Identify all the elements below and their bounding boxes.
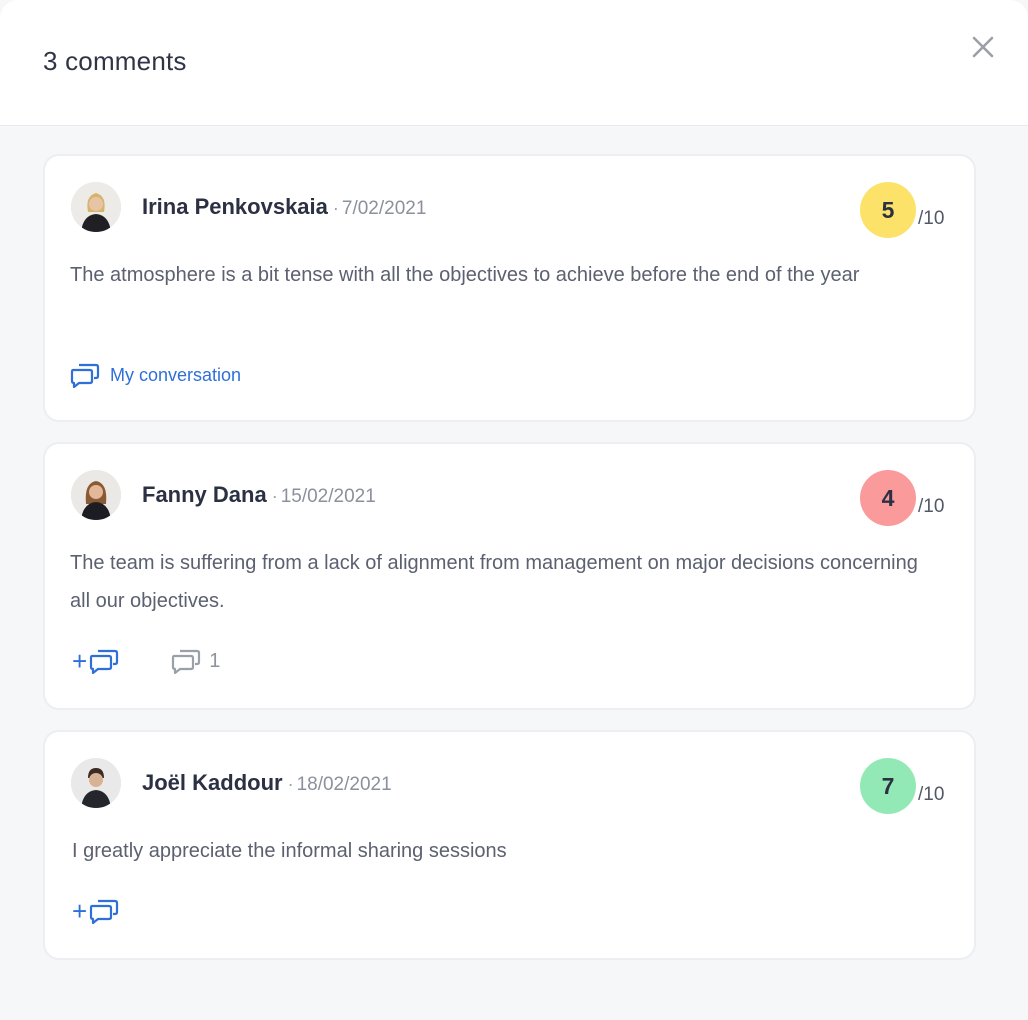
score-badge: 5 xyxy=(860,182,916,238)
author-name: Joël Kaddour xyxy=(142,770,283,795)
comments-modal: 3 comments Irina Penkovskaia·7/02/2021 xyxy=(0,0,1028,1020)
reply-count-button[interactable]: 1 xyxy=(171,648,220,674)
comment-card: Fanny Dana · 15/02/2021 4 /10 The team is … xyxy=(43,442,976,710)
score-max: /10 xyxy=(918,496,945,517)
conversation-icon xyxy=(70,363,100,388)
comment-text: The team is suffering from a lack of ali… xyxy=(70,552,918,612)
comment-actions: + xyxy=(72,898,119,924)
author-separator: · xyxy=(287,774,294,794)
comment-date: 7/02/2021 xyxy=(341,198,427,219)
comment-author-line: Irina Penkovskaia · 7/02/2021 xyxy=(142,193,426,223)
score-badge: 4 xyxy=(860,470,916,526)
conversation-icon xyxy=(172,649,201,674)
author-separator: · xyxy=(271,486,278,506)
comment-text: I greatly appreciate the informal sharin… xyxy=(72,840,507,862)
avatar xyxy=(71,470,121,520)
author-name: Fanny Dana xyxy=(142,482,267,507)
reply-count: 1 xyxy=(209,649,221,672)
avatar xyxy=(71,758,121,808)
comment-date: 18/02/2021 xyxy=(296,774,392,795)
plus-icon: + xyxy=(72,896,88,926)
comment-date: 15/02/2021 xyxy=(280,486,376,507)
my-conversation-link[interactable]: My conversation xyxy=(70,362,241,388)
avatar xyxy=(71,182,121,232)
author-separator: · xyxy=(332,198,339,218)
conversation-icon xyxy=(90,649,119,674)
modal-header: 3 comments xyxy=(0,0,1028,126)
score-badge: 7 xyxy=(860,758,916,814)
add-reply-button[interactable]: + xyxy=(72,898,119,924)
modal-title: 3 comments xyxy=(43,46,187,76)
close-button[interactable] xyxy=(968,32,998,62)
add-reply-button[interactable]: + xyxy=(72,648,119,674)
score-max: /10 xyxy=(918,784,945,805)
comment-author-line: Fanny Dana · 15/02/2021 xyxy=(142,481,376,511)
comment-card: Irina Penkovskaia · 7/02/2021 5 /10 The at… xyxy=(43,154,976,422)
plus-icon: + xyxy=(72,646,88,676)
comment-list: Irina Penkovskaia · 7/02/2021 5 /10 The at… xyxy=(43,154,976,980)
author-name: Irina Penkovskaia xyxy=(142,194,328,219)
comment-card: Joël Kaddour · 18/02/2021 7 /10 I greatly … xyxy=(43,730,976,960)
score-max: /10 xyxy=(918,208,945,229)
my-conversation-label: My conversation xyxy=(110,364,242,385)
comment-text: The atmosphere is a bit tense with all t… xyxy=(70,264,860,286)
comment-author-line: Joël Kaddour · 18/02/2021 xyxy=(142,769,392,799)
close-icon xyxy=(972,36,994,58)
comment-actions: + 1 xyxy=(72,648,220,674)
conversation-icon xyxy=(90,899,119,924)
